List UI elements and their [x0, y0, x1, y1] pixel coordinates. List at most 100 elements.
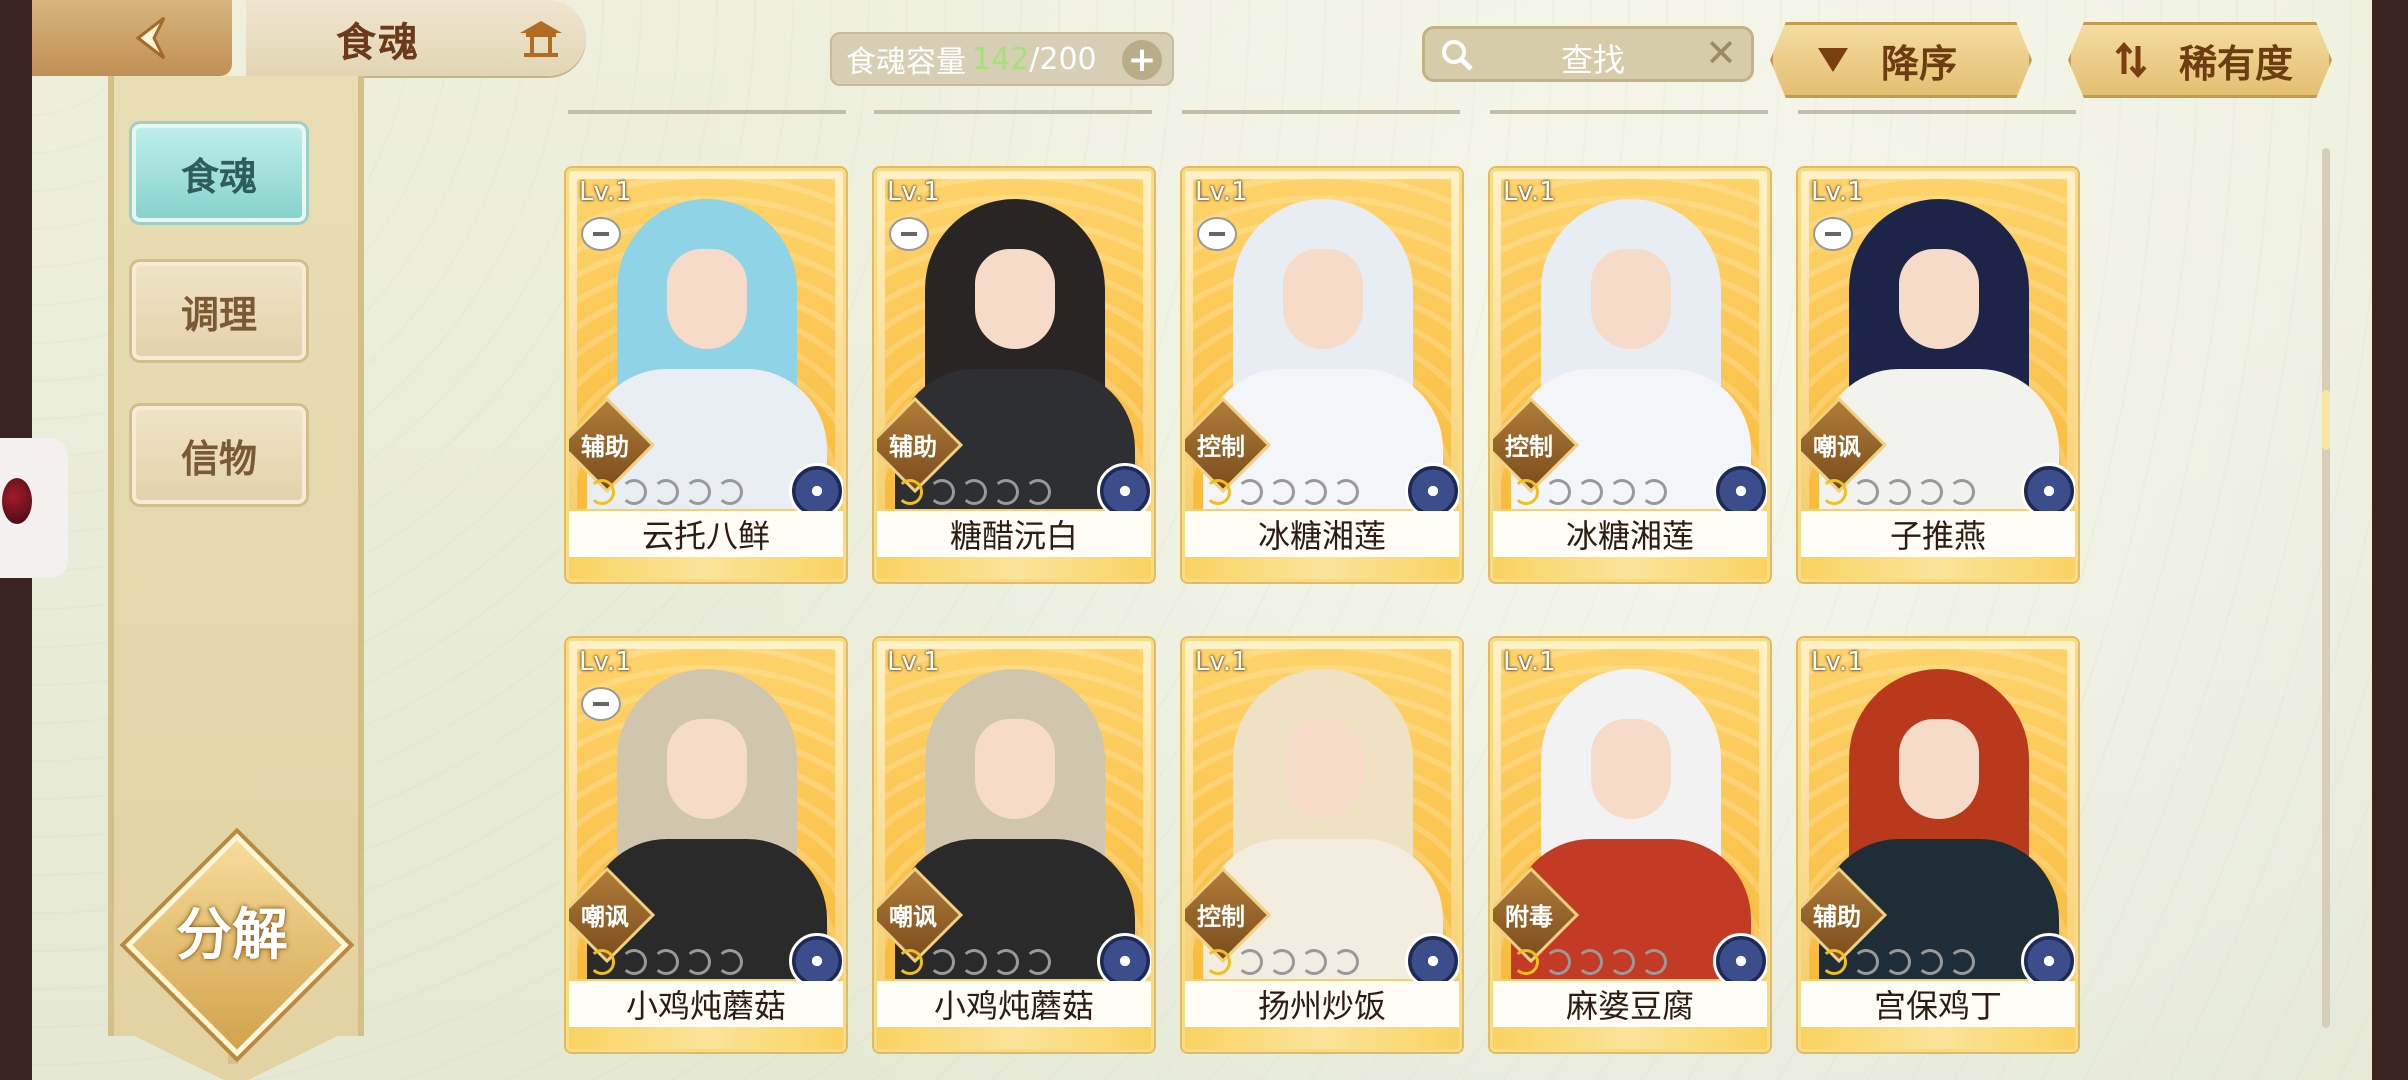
star-icon: [1513, 479, 1539, 505]
card-role: 辅助: [581, 433, 629, 461]
search-label: 查找: [1561, 41, 1626, 79]
add-capacity-button[interactable]: +: [1122, 40, 1162, 80]
food-soul-card[interactable]: Lv.1 辅助 云托八鲜: [566, 168, 846, 582]
food-soul-card[interactable]: Lv.1 嘲讽 小鸡炖蘑菇: [874, 638, 1154, 1052]
clear-icon[interactable]: ✕: [1705, 31, 1737, 75]
star-icon: [1545, 479, 1571, 505]
sort-by-button[interactable]: 稀有度: [2068, 22, 2332, 98]
star-icon: [1301, 479, 1327, 505]
star-icon: [717, 479, 743, 505]
food-soul-card[interactable]: Lv.1 控制 冰糖湘莲: [1182, 168, 1462, 582]
food-soul-card[interactable]: Lv.1 辅助 糖醋沅白: [874, 168, 1154, 582]
sort-arrows-icon: [2111, 40, 2151, 80]
star-rating: [897, 479, 1051, 505]
portrait-face: [667, 249, 747, 349]
card-level: Lv.1: [1195, 647, 1248, 677]
star-icon: [685, 949, 711, 975]
back-arrow-icon[interactable]: [124, 12, 178, 64]
portrait-face: [1283, 719, 1363, 819]
food-soul-card[interactable]: Lv.1 嘲讽 小鸡炖蘑菇: [566, 638, 846, 1052]
floating-app-badge[interactable]: [0, 438, 68, 578]
tab-cooking[interactable]: 调理: [132, 262, 306, 360]
portrait-face: [1899, 719, 1979, 819]
star-rating: [1821, 949, 1975, 975]
star-rating: [1205, 949, 1359, 975]
scrollbar-track[interactable]: [2322, 148, 2330, 1028]
card-name: 麻婆豆腐: [1493, 981, 1767, 1031]
star-icon: [897, 479, 923, 505]
star-icon: [1577, 479, 1603, 505]
capacity-max: /200: [1029, 41, 1097, 77]
tab-food-soul[interactable]: 食魂: [132, 124, 306, 222]
card-name: 宫保鸡丁: [1801, 981, 2075, 1031]
star-icon: [1853, 479, 1879, 505]
back-tab[interactable]: [32, 0, 232, 76]
card-name: 子推燕: [1801, 511, 2075, 561]
search-box[interactable]: 查找 ✕: [1422, 26, 1754, 82]
star-icon: [1949, 949, 1975, 975]
star-icon: [961, 479, 987, 505]
pavilion-home-icon[interactable]: [516, 14, 566, 64]
star-icon: [1577, 949, 1603, 975]
card-level: Lv.1: [1811, 177, 1864, 207]
star-icon: [1205, 949, 1231, 975]
star-rating: [1205, 479, 1359, 505]
star-rating: [1513, 479, 1667, 505]
star-icon: [1025, 479, 1051, 505]
lock-badge-icon: [1813, 217, 1853, 251]
star-icon: [993, 479, 1019, 505]
portrait-face: [667, 719, 747, 819]
card-level: Lv.1: [887, 177, 940, 207]
food-soul-card[interactable]: Lv.1 控制 扬州炒饭: [1182, 638, 1462, 1052]
portrait-face: [975, 249, 1055, 349]
divider: [1798, 110, 2076, 114]
star-icon: [1609, 479, 1635, 505]
star-rating: [589, 479, 743, 505]
card-rarity-stripe: [1185, 557, 1459, 579]
food-soul-card[interactable]: Lv.1 嘲讽子推燕: [1798, 168, 2078, 582]
tab-tokens[interactable]: 信物: [132, 406, 306, 504]
star-icon: [1641, 479, 1667, 505]
star-icon: [897, 949, 923, 975]
star-rating: [589, 949, 743, 975]
scrollbar-thumb[interactable]: [2322, 390, 2330, 450]
food-soul-card[interactable]: Lv.1 辅助 宫保鸡丁: [1798, 638, 2078, 1052]
sort-order-button[interactable]: 降序: [1770, 22, 2032, 98]
card-rarity-stripe: [1801, 1027, 2075, 1049]
decompose-label[interactable]: 分解: [158, 890, 306, 971]
card-level: Lv.1: [1811, 647, 1864, 677]
tab-cooking-label: 调理: [180, 291, 257, 337]
star-icon: [717, 949, 743, 975]
sort-order-label: 降序: [1881, 41, 1958, 86]
card-level: Lv.1: [579, 647, 632, 677]
star-icon: [1269, 479, 1295, 505]
card-role: 嘲讽: [1813, 433, 1861, 461]
card-rarity-stripe: [1493, 557, 1767, 579]
card-rarity-stripe: [1185, 1027, 1459, 1049]
divider: [568, 110, 846, 114]
portrait-face: [1283, 249, 1363, 349]
food-soul-card[interactable]: Lv.1 附毒 麻婆豆腐: [1490, 638, 1770, 1052]
star-icon: [961, 949, 987, 975]
star-icon: [1205, 479, 1231, 505]
strawberry-logo-icon: [2, 478, 32, 524]
star-icon: [1333, 949, 1359, 975]
card-rarity-stripe: [877, 557, 1151, 579]
star-icon: [1269, 949, 1295, 975]
lock-badge-icon: [889, 217, 929, 251]
food-soul-card[interactable]: Lv.1 控制 冰糖湘莲: [1490, 168, 1770, 582]
divider: [874, 110, 1152, 114]
capacity-indicator: 食魂容量 142 /200 +: [830, 32, 1174, 86]
star-icon: [1513, 949, 1539, 975]
triangle-down-icon: [1813, 40, 1853, 80]
star-icon: [1821, 949, 1847, 975]
sort-by-label: 稀有度: [2179, 41, 2294, 86]
capacity-current: 142: [972, 41, 1030, 77]
card-level: Lv.1: [579, 177, 632, 207]
star-icon: [1641, 949, 1667, 975]
star-icon: [1885, 949, 1911, 975]
lock-badge-icon: [581, 217, 621, 251]
star-icon: [929, 949, 955, 975]
card-level: Lv.1: [887, 647, 940, 677]
card-name: 糖醋沅白: [877, 511, 1151, 561]
